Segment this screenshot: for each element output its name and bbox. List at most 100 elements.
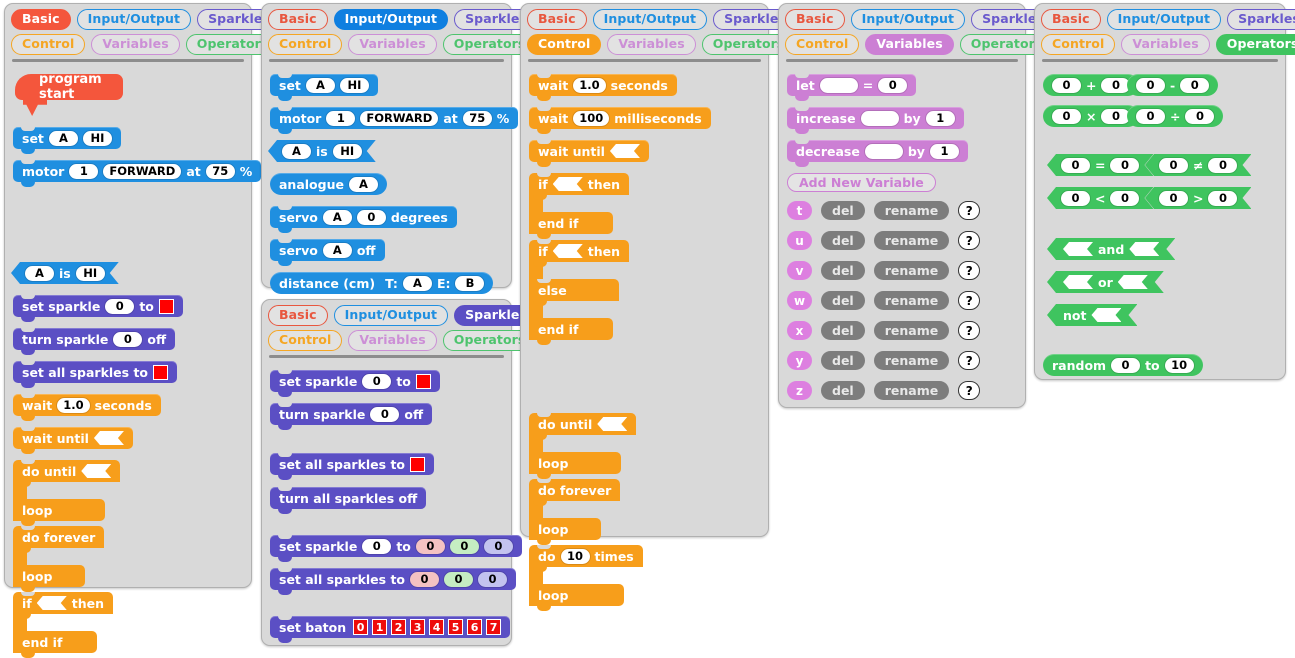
delete-button[interactable]: del: [821, 201, 865, 220]
tab-basic[interactable]: Basic: [268, 305, 328, 326]
tab-input-output[interactable]: Input/Output: [333, 9, 449, 30]
left-operand-field[interactable]: 0: [1136, 108, 1165, 124]
block-turn-sparkle-off[interactable]: turn sparkle 0 off: [270, 403, 433, 430]
block-wait-milliseconds[interactable]: wait 100 milliseconds: [529, 107, 711, 134]
red-field[interactable]: 0: [415, 538, 445, 554]
tab-input-output[interactable]: Input/Output: [850, 9, 966, 30]
right-operand-field[interactable]: 0: [1110, 191, 1139, 206]
blue-field[interactable]: 0: [478, 571, 508, 587]
random-from-field[interactable]: 0: [1111, 357, 1141, 373]
right-operand-field[interactable]: 0: [1208, 191, 1237, 206]
variable-chip[interactable]: t: [787, 201, 812, 220]
delete-button[interactable]: del: [821, 321, 865, 340]
tab-basic[interactable]: Basic: [1041, 9, 1101, 30]
tab-control[interactable]: Control: [527, 34, 602, 55]
block-or[interactable]: or: [1047, 271, 1164, 293]
baton-cell-3[interactable]: 3: [410, 619, 426, 635]
tab-basic[interactable]: Basic: [785, 9, 845, 30]
block-do-until[interactable]: do until loop: [529, 413, 637, 479]
milliseconds-field[interactable]: 100: [573, 110, 610, 126]
help-icon[interactable]: ?: [958, 291, 981, 310]
block-analogue[interactable]: analogue A: [270, 173, 387, 195]
rename-button[interactable]: rename: [873, 231, 950, 250]
baton-cell-5[interactable]: 5: [448, 619, 464, 635]
block-set-all-sparkles[interactable]: set all sparkles to: [13, 361, 178, 388]
boolean-socket[interactable]: [37, 596, 67, 610]
block-add[interactable]: 0 + 0: [1043, 74, 1140, 96]
left-operand-field[interactable]: 0: [1052, 77, 1081, 93]
help-icon[interactable]: ?: [958, 231, 981, 250]
rename-button[interactable]: rename: [873, 201, 950, 220]
left-boolean-socket[interactable]: [1063, 275, 1093, 289]
value-field[interactable]: HI: [339, 77, 369, 93]
right-operand-field[interactable]: 0: [1180, 77, 1210, 93]
block-set-baton[interactable]: set baton 0 1 2 3 4 5 6 7: [270, 616, 511, 643]
boolean-socket[interactable]: [1091, 308, 1121, 322]
rename-button[interactable]: rename: [873, 381, 950, 400]
degrees-field[interactable]: 0: [356, 209, 386, 225]
tab-basic[interactable]: Basic: [11, 9, 71, 30]
tab-sparkles[interactable]: Sparkles: [1227, 9, 1295, 30]
boolean-socket[interactable]: [94, 431, 124, 445]
block-do-forever[interactable]: do forever loop: [529, 479, 621, 545]
left-operand-field[interactable]: 0: [1061, 158, 1090, 173]
delete-button[interactable]: del: [821, 351, 865, 370]
tab-control[interactable]: Control: [11, 34, 86, 55]
pin-field[interactable]: A: [282, 144, 311, 159]
block-divide[interactable]: 0 ÷ 0: [1127, 105, 1224, 127]
amount-field[interactable]: 1: [925, 110, 955, 126]
block-if-then-else[interactable]: if then else end if: [529, 240, 629, 345]
block-greater-than[interactable]: 0 > 0: [1145, 187, 1251, 209]
tab-control[interactable]: Control: [268, 34, 343, 55]
tab-control[interactable]: Control: [1041, 34, 1116, 55]
variable-field[interactable]: [864, 143, 903, 159]
block-do-forever[interactable]: do forever loop: [13, 526, 105, 592]
rename-button[interactable]: rename: [873, 261, 950, 280]
tab-control[interactable]: Control: [785, 34, 860, 55]
variable-chip[interactable]: y: [787, 351, 812, 370]
motor-direction-field[interactable]: FORWARD: [360, 110, 439, 126]
boolean-socket[interactable]: [81, 464, 111, 478]
block-motor[interactable]: motor 1 FORWARD at 75 %: [13, 160, 262, 187]
variable-field[interactable]: [860, 110, 899, 126]
sparkle-index-field[interactable]: 0: [362, 373, 392, 389]
boolean-socket[interactable]: [553, 177, 583, 191]
value-field[interactable]: HI: [76, 266, 105, 281]
block-set-sparkle-rgb[interactable]: set sparkle 0 to 0 0 0: [270, 535, 522, 562]
add-new-variable-button[interactable]: Add New Variable: [787, 173, 936, 192]
left-operand-field[interactable]: 0: [1159, 158, 1188, 173]
motor-number-field[interactable]: 1: [69, 163, 99, 179]
tab-basic[interactable]: Basic: [527, 9, 587, 30]
block-set-sparkle-color[interactable]: set sparkle 0 to: [270, 370, 440, 397]
variable-field[interactable]: [819, 77, 858, 93]
delete-button[interactable]: del: [821, 261, 865, 280]
value-field[interactable]: HI: [82, 130, 112, 146]
delete-button[interactable]: del: [821, 381, 865, 400]
baton-cell-4[interactable]: 4: [429, 619, 445, 635]
block-program-start[interactable]: program start: [15, 72, 123, 116]
block-equals[interactable]: 0 = 0: [1047, 154, 1153, 176]
tab-input-output[interactable]: Input/Output: [592, 9, 708, 30]
tab-variables[interactable]: Variables: [865, 34, 954, 55]
rename-button[interactable]: rename: [873, 291, 950, 310]
help-icon[interactable]: ?: [958, 351, 981, 370]
delete-button[interactable]: del: [821, 291, 865, 310]
block-wait-until[interactable]: wait until: [529, 140, 649, 167]
delete-button[interactable]: del: [821, 231, 865, 250]
block-pin-is[interactable]: A is HI: [11, 262, 119, 284]
block-wait-until[interactable]: wait until: [13, 427, 133, 454]
variable-chip[interactable]: x: [787, 321, 812, 340]
right-operand-field[interactable]: 0: [1208, 158, 1237, 173]
block-servo-degrees[interactable]: servo A 0 degrees: [270, 206, 457, 233]
times-field[interactable]: 10: [560, 548, 590, 564]
random-to-field[interactable]: 10: [1164, 357, 1194, 373]
block-turn-all-sparkles-off[interactable]: turn all sparkles off: [270, 487, 427, 514]
motor-percent-field[interactable]: 75: [462, 110, 492, 126]
block-less-than[interactable]: 0 < 0: [1047, 187, 1153, 209]
block-distance[interactable]: distance (cm) T: A E: B: [270, 272, 494, 294]
green-field[interactable]: 0: [449, 538, 479, 554]
value-field[interactable]: 0: [878, 77, 908, 93]
left-operand-field[interactable]: 0: [1061, 191, 1090, 206]
block-set-all-sparkles-rgb[interactable]: set all sparkles to 0 0 0: [270, 568, 517, 595]
right-operand-field[interactable]: 0: [1185, 108, 1215, 124]
